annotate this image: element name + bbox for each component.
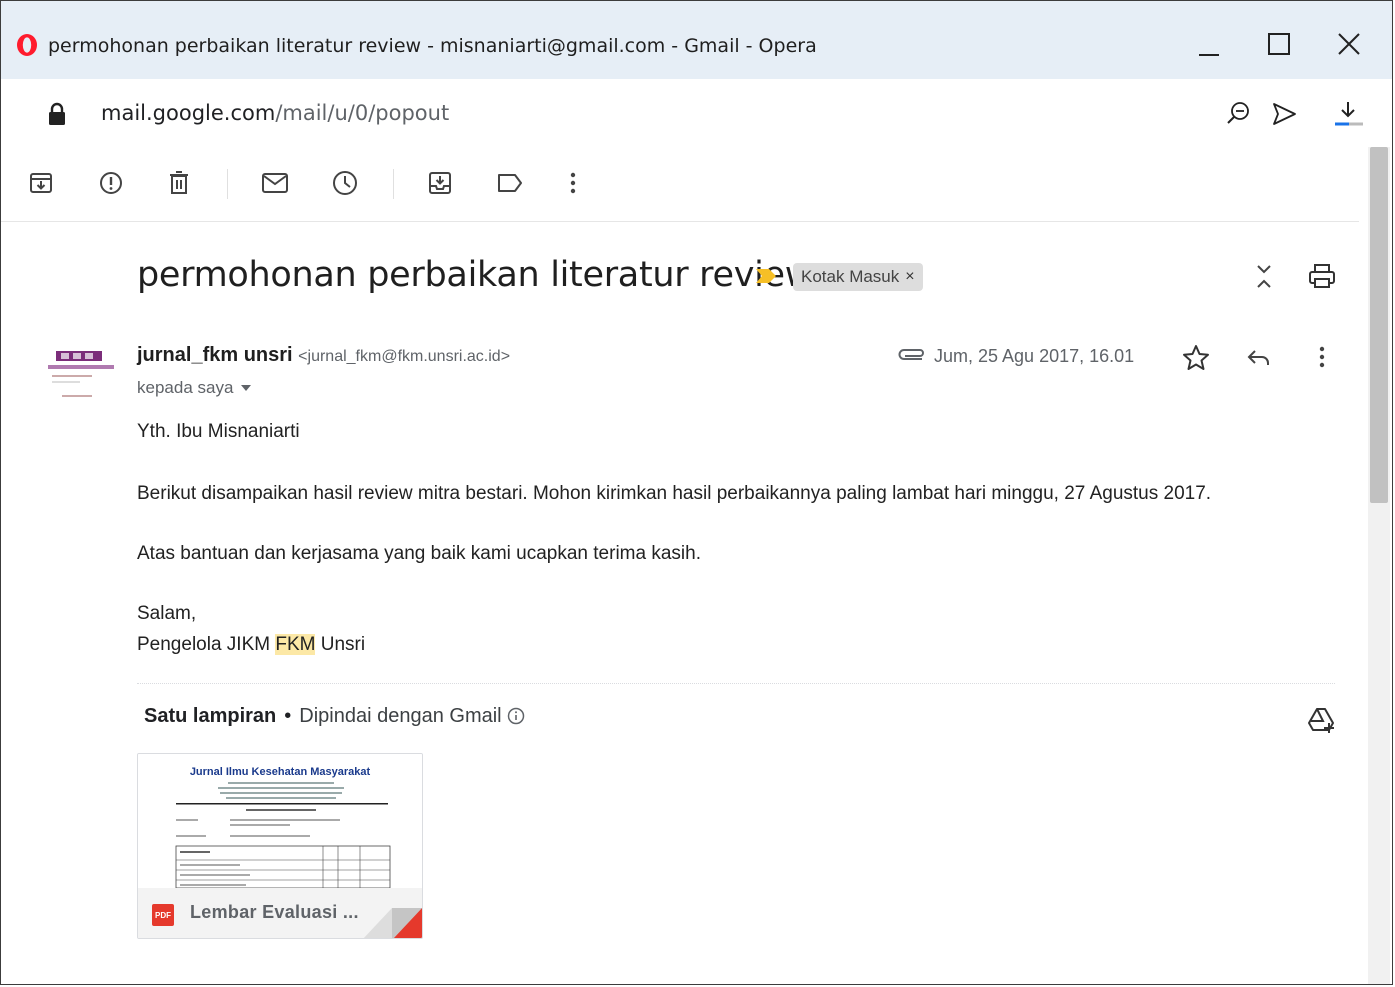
signature-post: Unsri [315, 634, 366, 655]
body-greeting: Yth. Ibu Misnaniarti [137, 421, 300, 442]
add-to-drive-icon[interactable] [1307, 705, 1337, 735]
opera-logo-icon [17, 34, 37, 56]
remove-label-icon[interactable]: × [905, 268, 914, 286]
browser-window: permohonan perbaikan literatur review - … [0, 0, 1393, 985]
sender-avatar [48, 351, 114, 397]
label-chip-text: Kotak Masuk [801, 267, 900, 286]
move-to-icon [429, 172, 451, 194]
email-subject: permohonan perbaikan literatur review [137, 255, 814, 295]
attachments-scanned: Dipindai dengan Gmail [299, 705, 502, 727]
sender-line: jurnal_fkm unsri <jurnal_fkm@fkm.unsri.a… [137, 344, 510, 367]
maximize-icon[interactable] [1261, 29, 1297, 61]
attachments-count: Satu lampiran [144, 705, 277, 727]
info-icon[interactable] [507, 707, 525, 725]
address-bar: mail.google.com/mail/u/0/popout [1, 79, 1392, 147]
gmail-toolbar [1, 147, 1359, 222]
send-icon[interactable] [1269, 99, 1299, 129]
lock-icon[interactable] [45, 101, 69, 127]
recipient-text: kepada saya [137, 378, 234, 397]
attachments-header: Satu lampiran • Dipindai dengan Gmail [144, 705, 525, 728]
minimize-icon[interactable] [1191, 29, 1227, 61]
label-button[interactable] [493, 166, 527, 200]
archive-button[interactable] [24, 166, 58, 200]
attachment-file-name: Lembar Evaluasi ... [190, 902, 359, 922]
scrollbar-thumb[interactable] [1370, 147, 1388, 503]
attachments-separator: • [284, 705, 292, 727]
window-title: permohonan perbaikan literatur review - … [48, 35, 817, 57]
body-signature: Pengelola JIKM FKM Unsri [137, 634, 365, 656]
report-spam-button[interactable] [94, 166, 128, 200]
attachment-clip-icon [898, 348, 924, 360]
reply-icon[interactable] [1244, 343, 1274, 373]
thumbnail-document-lines [175, 782, 391, 888]
message-meta: Jum, 25 Agu 2017, 16.01 [896, 346, 1134, 367]
signature-highlight: FKM [275, 634, 316, 655]
chevron-down-icon [241, 385, 252, 391]
archive-icon [30, 173, 52, 193]
more-options-button[interactable] [556, 166, 590, 200]
sender-email: <jurnal_fkm@fkm.unsri.ac.id> [298, 348, 511, 365]
message-date: Jum, 25 Agu 2017, 16.01 [934, 346, 1135, 366]
page-corner-fold-icon [363, 908, 422, 938]
title-bar: permohonan perbaikan literatur review - … [1, 1, 1392, 79]
pdf-file-icon: PDF [152, 904, 174, 926]
snooze-icon [333, 171, 357, 195]
subject-row: permohonan perbaikan literatur review Ko… [1, 241, 1359, 311]
body-paragraph-1: Berikut disampaikan hasil review mitra b… [137, 483, 1212, 504]
delete-icon [170, 171, 188, 194]
report-spam-icon [100, 172, 122, 194]
label-chip-inbox[interactable]: Kotak Masuk × [793, 263, 923, 291]
url-host: mail.google.com [101, 101, 276, 125]
attachment-card[interactable]: Jurnal Ilmu Kesehatan Masyarakat PDF Lem… [137, 753, 423, 939]
snooze-button[interactable] [328, 166, 362, 200]
importance-marker-icon[interactable] [756, 269, 778, 283]
more-vert-icon [570, 172, 576, 194]
attachment-footer: PDF Lembar Evaluasi ... [138, 888, 422, 938]
print-icon[interactable] [1307, 261, 1337, 291]
recipient-details[interactable]: kepada saya [137, 378, 252, 398]
move-to-button[interactable] [423, 166, 457, 200]
toolbar-separator [393, 169, 394, 199]
delete-button[interactable] [162, 166, 196, 200]
mark-unread-icon [262, 173, 288, 193]
zoom-search-icon[interactable] [1223, 99, 1253, 129]
more-vert-icon[interactable] [1307, 343, 1337, 373]
close-icon[interactable] [1331, 29, 1367, 61]
mark-unread-button[interactable] [258, 166, 292, 200]
attachment-thumbnail: Jurnal Ilmu Kesehatan Masyarakat [138, 754, 422, 888]
toolbar-separator [227, 169, 228, 199]
body-closing: Salam, [137, 603, 197, 624]
attachments-divider [137, 683, 1335, 684]
label-icon [498, 174, 522, 192]
sender-name[interactable]: jurnal_fkm unsri [137, 344, 293, 366]
collapse-all-icon[interactable] [1249, 261, 1279, 291]
signature-pre: Pengelola JIKM [137, 634, 276, 655]
body-paragraph-2: Atas bantuan dan kerjasama yang baik kam… [137, 543, 701, 564]
star-icon[interactable] [1181, 343, 1211, 373]
url-path: /mail/u/0/popout [275, 101, 450, 125]
download-icon[interactable] [1333, 99, 1363, 129]
url-text[interactable]: mail.google.com/mail/u/0/popout [101, 101, 449, 125]
